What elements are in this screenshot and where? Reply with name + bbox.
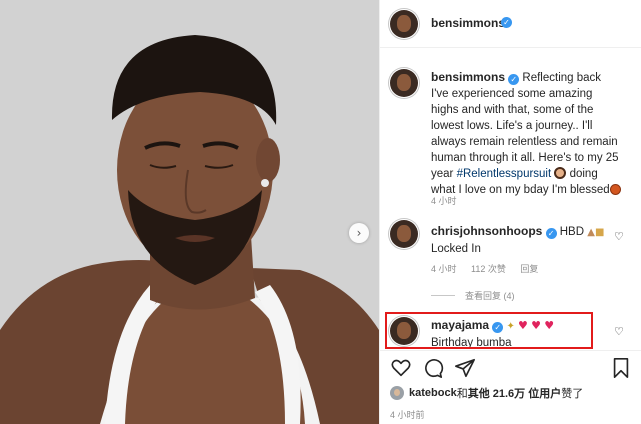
face-emoji-icon [554,167,567,179]
comment-likes[interactable]: 112 次赞 [471,264,506,274]
avatar[interactable] [390,69,418,97]
comment-like-heart-icon[interactable]: ♡ [614,230,624,243]
comment-body: chrisjohnsonhoops ✓ HBD ▲■ Locked In [431,223,606,257]
comment-like-heart-icon[interactable]: ♡ [614,325,624,338]
avatar[interactable] [390,10,418,38]
liker-username[interactable]: katebock [409,387,457,399]
likes-suffix: 赞了 [561,388,584,400]
heart-icon[interactable] [390,357,412,379]
likes-others[interactable]: 其他 21.6万 位用户 [468,385,562,401]
post-photo[interactable]: › [0,0,379,424]
comment-meta: 4 小时 112 次赞 回复 [431,262,550,275]
caption-body-1: Reflecting back I've experienced some am… [431,72,619,180]
caption-username[interactable]: bensimmons [431,70,505,84]
pray-emoji-icon: ▲ [587,227,595,238]
verified-icon: ✓ [545,228,557,239]
avatar[interactable] [390,386,404,400]
divider [431,295,455,296]
post-author-username[interactable]: bensimmons [431,16,505,30]
caption-text: bensimmons ✓ Reflecting back I've experi… [431,69,621,198]
comment-icon[interactable] [422,357,444,379]
comment-username[interactable]: chrisjohnsonhoops [431,224,542,238]
view-replies-button[interactable]: 查看回复 (4) [431,289,515,302]
post-side-panel: bensimmons ✓ bensimmons ✓ Reflecting bac… [379,0,641,424]
comment-time: 4 小时 [431,264,457,274]
hashtag-link[interactable]: #Relentlesspursuit [457,168,552,180]
verified-icon: ✓ [501,17,512,28]
photo-illustration [0,0,379,424]
share-icon[interactable] [454,357,476,379]
comment-text: HBD [556,226,585,238]
flex-emoji-icon: ■ [594,227,605,238]
caption-time: 4 小时 [431,196,457,206]
avatar[interactable] [390,220,418,248]
verified-icon: ✓ [508,74,520,85]
bookmark-icon[interactable] [610,357,632,379]
view-replies-label: 查看回复 (4) [465,291,515,301]
comment-text-line2: Locked In [431,243,481,255]
likes-summary: katebock 和 其他 21.6万 位用户 赞了 [390,385,583,401]
post-timestamp[interactable]: 4 小时前 [390,408,425,421]
action-bar [380,350,641,390]
chevron-right-icon[interactable]: › [349,223,369,243]
highlight-box [385,312,593,349]
reply-button[interactable]: 回复 [520,264,538,274]
basketball-emoji-icon [609,184,621,195]
post-header: bensimmons ✓ [380,0,641,48]
likes-and: 和 [456,388,468,400]
